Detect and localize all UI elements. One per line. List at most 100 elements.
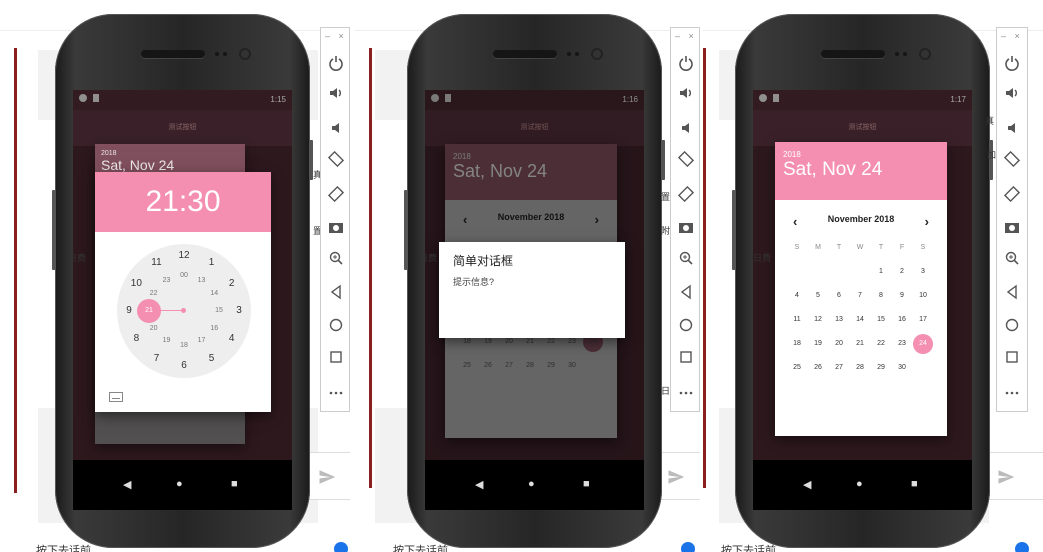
- home-circle-icon[interactable]: [675, 314, 697, 336]
- prev-month-icon[interactable]: ‹: [793, 214, 797, 229]
- clock-number[interactable]: 6: [176, 358, 192, 374]
- send-icon[interactable]: [997, 468, 1015, 486]
- minimize-button[interactable]: –: [325, 31, 333, 41]
- minimize-button[interactable]: –: [675, 31, 683, 41]
- camera-icon[interactable]: [325, 216, 347, 238]
- recents-icon[interactable]: ■: [231, 478, 238, 490]
- rotate-left-icon[interactable]: [675, 148, 697, 170]
- volume-down-icon[interactable]: [675, 117, 697, 139]
- rotate-right-icon[interactable]: [675, 183, 697, 205]
- zoom-icon[interactable]: [1001, 247, 1023, 269]
- calendar-day[interactable]: 4: [787, 286, 807, 306]
- calendar-day[interactable]: 29: [871, 358, 891, 378]
- back-triangle-icon[interactable]: [675, 281, 697, 303]
- clock-number-inner[interactable]: 23: [159, 273, 175, 289]
- close-button[interactable]: ×: [1015, 31, 1023, 41]
- zoom-icon[interactable]: [675, 247, 697, 269]
- calendar-day[interactable]: 9: [892, 286, 912, 306]
- rotate-right-icon[interactable]: [1001, 183, 1023, 205]
- toggle-switch[interactable]: [1015, 542, 1029, 552]
- home-circle-icon[interactable]: [1001, 314, 1023, 336]
- volume-button[interactable]: [732, 190, 736, 270]
- volume-up-icon[interactable]: [675, 82, 697, 104]
- calendar-day[interactable]: 28: [850, 358, 870, 378]
- clock-number[interactable]: 3: [231, 303, 247, 319]
- recents-icon[interactable]: ■: [911, 478, 918, 490]
- calendar-day[interactable]: 27: [829, 358, 849, 378]
- home-icon[interactable]: ●: [176, 478, 183, 490]
- clock-number[interactable]: 8: [128, 331, 144, 347]
- camera-icon[interactable]: [1001, 216, 1023, 238]
- clock-number-inner[interactable]: 17: [194, 333, 210, 349]
- calendar-day[interactable]: 26: [808, 358, 828, 378]
- calendar-day[interactable]: 19: [808, 334, 828, 354]
- selected-hour[interactable]: 21: [137, 299, 161, 323]
- more-icon[interactable]: [325, 382, 347, 404]
- volume-down-icon[interactable]: [325, 117, 347, 139]
- back-icon[interactable]: ◀: [123, 478, 131, 491]
- more-icon[interactable]: [1001, 382, 1023, 404]
- power-icon[interactable]: [675, 52, 697, 74]
- next-month-icon[interactable]: ›: [925, 214, 929, 229]
- volume-up-icon[interactable]: [1001, 82, 1023, 104]
- window-controls[interactable]: – ×: [675, 31, 697, 41]
- clock-number[interactable]: 10: [128, 276, 144, 292]
- clock-number-inner[interactable]: 14: [206, 286, 222, 302]
- volume-button[interactable]: [404, 190, 408, 270]
- calendar-day[interactable]: 10: [913, 286, 933, 306]
- volume-button[interactable]: [52, 190, 56, 270]
- calendar-day[interactable]: 2: [892, 262, 912, 282]
- calendar-day[interactable]: 14: [850, 310, 870, 330]
- calendar-day[interactable]: 20: [829, 334, 849, 354]
- rotate-right-icon[interactable]: [325, 183, 347, 205]
- calendar-day[interactable]: 6: [829, 286, 849, 306]
- clock-number[interactable]: 9: [121, 303, 137, 319]
- calendar-day[interactable]: 8: [871, 286, 891, 306]
- back-triangle-icon[interactable]: [1001, 281, 1023, 303]
- calendar-day[interactable]: 13: [829, 310, 849, 330]
- back-icon[interactable]: ◀: [475, 478, 483, 491]
- clock-number[interactable]: 7: [149, 351, 165, 367]
- volume-up-icon[interactable]: [325, 82, 347, 104]
- close-button[interactable]: ×: [689, 31, 697, 41]
- calendar-day[interactable]: 22: [871, 334, 891, 354]
- more-icon[interactable]: [675, 382, 697, 404]
- clock-number[interactable]: 12: [176, 248, 192, 264]
- calendar-day[interactable]: 11: [787, 310, 807, 330]
- back-icon[interactable]: ◀: [803, 478, 811, 491]
- overview-square-icon[interactable]: [675, 346, 697, 368]
- calendar-day[interactable]: 12: [808, 310, 828, 330]
- calendar-day[interactable]: 16: [892, 310, 912, 330]
- camera-icon[interactable]: [675, 216, 697, 238]
- home-icon[interactable]: ●: [856, 478, 863, 490]
- send-icon[interactable]: [667, 468, 685, 486]
- clock-number-inner[interactable]: 00: [176, 268, 192, 284]
- minimize-button[interactable]: –: [1001, 31, 1009, 41]
- power-button[interactable]: [661, 140, 665, 180]
- clock-number[interactable]: 11: [149, 255, 165, 271]
- calendar-day[interactable]: 5: [808, 286, 828, 306]
- calendar-day[interactable]: 23: [892, 334, 912, 354]
- calendar-day[interactable]: 1: [871, 262, 891, 282]
- calendar-day[interactable]: 30: [892, 358, 912, 378]
- toggle-switch[interactable]: [334, 542, 348, 552]
- window-controls[interactable]: – ×: [1001, 31, 1023, 41]
- calendar-day[interactable]: 7: [850, 286, 870, 306]
- power-icon[interactable]: [1001, 52, 1023, 74]
- clock-number-inner[interactable]: 18: [176, 338, 192, 354]
- clock-face[interactable]: 12 1 2 3 4 5 6 7 8 9 10 11 00 13 14 15 16 17 18 19 20 21 22 23: [117, 244, 251, 378]
- volume-down-icon[interactable]: [1001, 117, 1023, 139]
- selected-day[interactable]: 24: [913, 334, 933, 354]
- calendar-day[interactable]: 3: [913, 262, 933, 282]
- home-icon[interactable]: ●: [528, 478, 535, 490]
- window-controls[interactable]: – ×: [325, 31, 347, 41]
- close-button[interactable]: ×: [339, 31, 347, 41]
- keyboard-icon[interactable]: [109, 392, 123, 402]
- overview-square-icon[interactable]: [325, 346, 347, 368]
- back-triangle-icon[interactable]: [325, 281, 347, 303]
- home-circle-icon[interactable]: [325, 314, 347, 336]
- calendar-day[interactable]: 21: [850, 334, 870, 354]
- rotate-left-icon[interactable]: [1001, 148, 1023, 170]
- rotate-left-icon[interactable]: [325, 148, 347, 170]
- zoom-icon[interactable]: [325, 247, 347, 269]
